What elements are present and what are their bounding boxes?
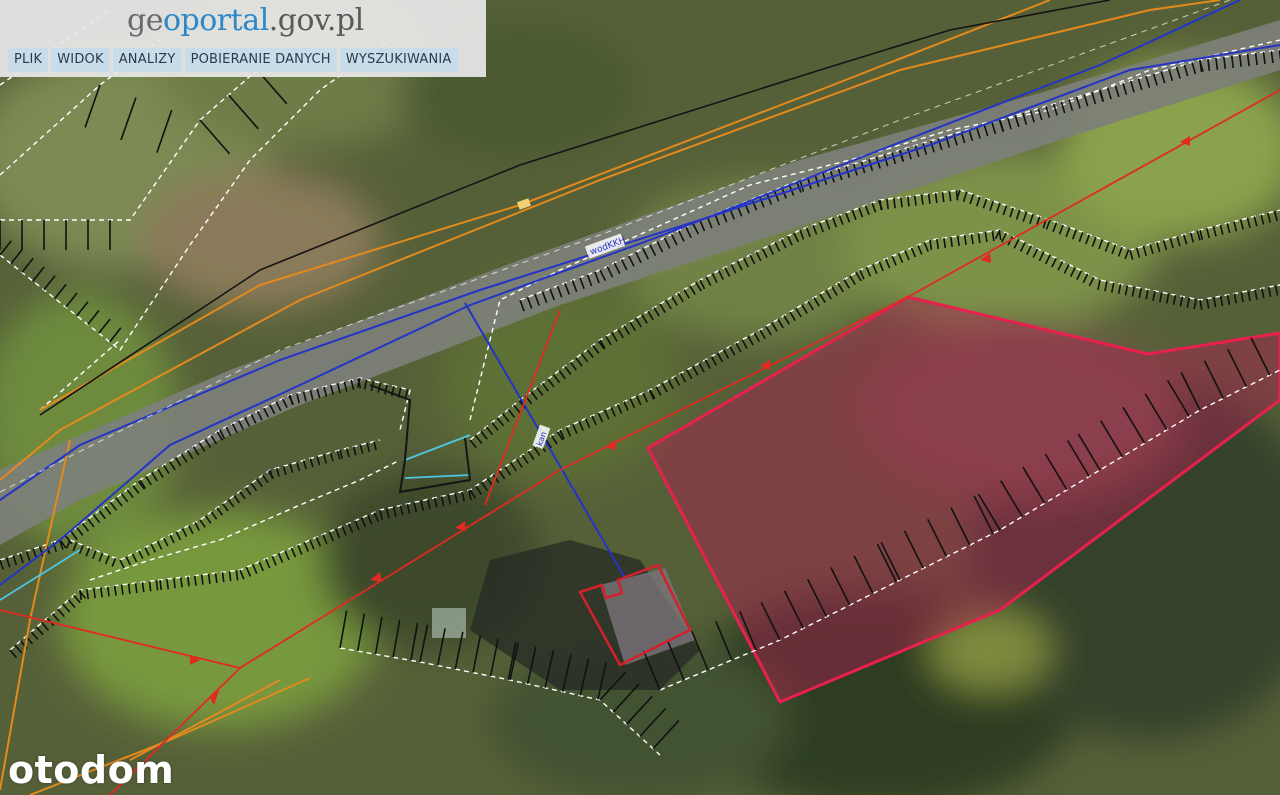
menu-widok[interactable]: WIDOK — [51, 48, 110, 72]
logo-part-2: oportal — [162, 3, 269, 38]
menu-wyszukiwania[interactable]: WYSZUKIWANIA — [339, 48, 458, 72]
map-canvas[interactable]: wodKKH kan — [0, 0, 1280, 795]
geoportal-logo[interactable]: geoportal.gov.pl — [127, 3, 364, 41]
geoportal-panel: geoportal.gov.pl PLIK WIDOK ANALIZY POBI… — [0, 0, 486, 77]
logo-part-3: .gov.pl — [268, 3, 365, 38]
logo-part-1: ge — [127, 3, 163, 38]
main-menu: PLIK WIDOK ANALIZY POBIERANIE DANYCH WYS… — [8, 48, 458, 72]
menu-pobieranie-danych[interactable]: POBIERANIE DANYCH — [184, 48, 337, 72]
otodom-watermark: otodom — [8, 748, 175, 792]
menu-analizy[interactable]: ANALIZY — [112, 48, 182, 72]
menu-plik[interactable]: PLIK — [8, 48, 49, 72]
